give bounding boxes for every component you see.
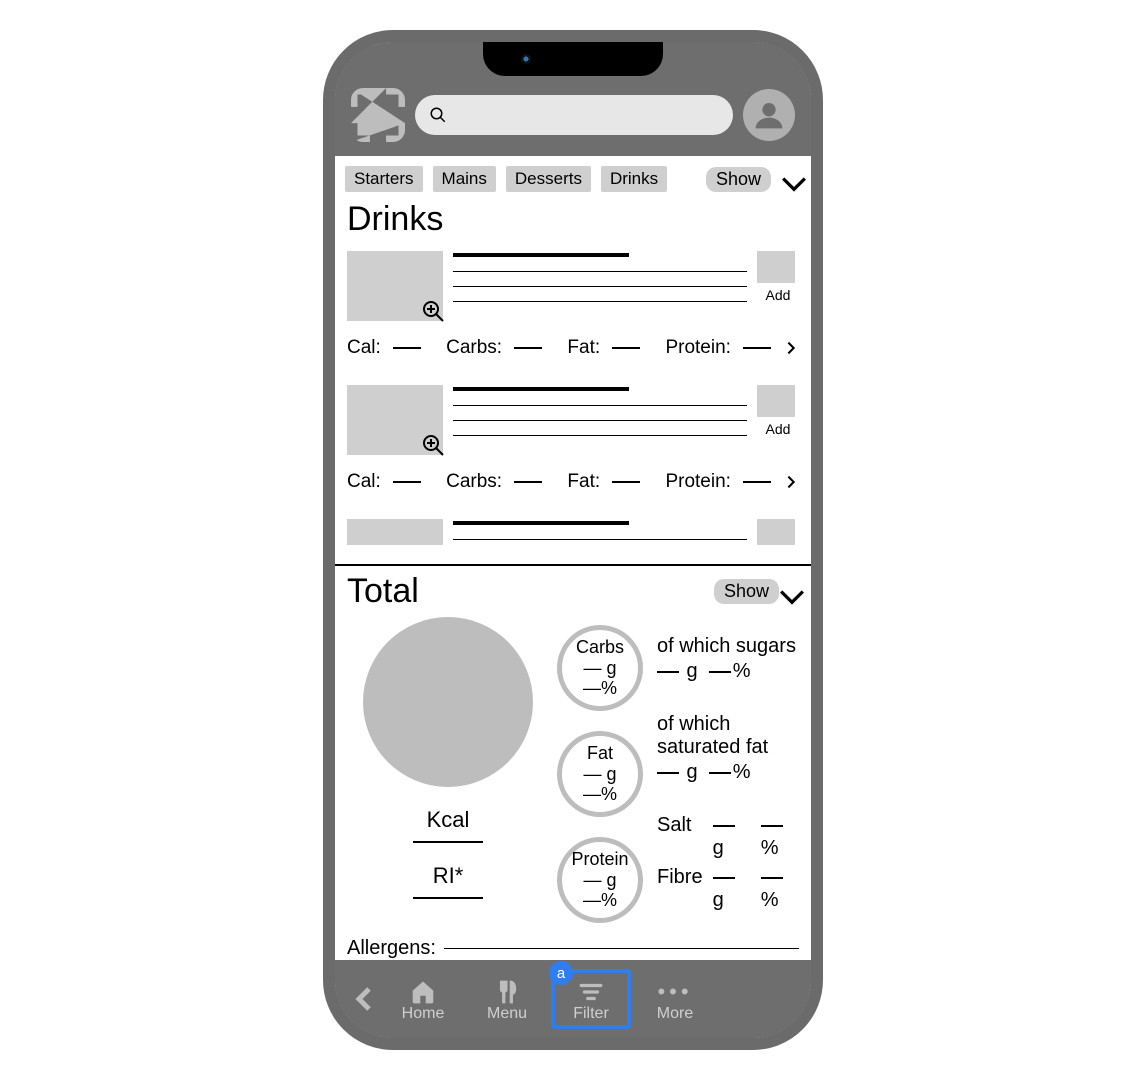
chevron-down-icon[interactable] (779, 588, 799, 600)
protein-label: Protein: (665, 471, 730, 493)
fat-label: Fat: (567, 471, 600, 493)
side-button (811, 272, 817, 332)
add-button[interactable]: Add (757, 251, 799, 321)
chip-drinks[interactable]: Drinks (601, 166, 667, 192)
item-nutrition-row: Cal: Carbs: Fat: Protein: (347, 455, 799, 513)
zoom-in-icon (421, 299, 445, 323)
protein-label: Protein: (665, 337, 730, 359)
carbs-label: Carbs: (446, 471, 502, 493)
macro-pct: —% (583, 678, 617, 699)
category-chips: Starters Mains Desserts Drinks Show (335, 156, 811, 198)
total-header: Total Show (335, 566, 811, 611)
filter-icon (578, 979, 604, 1005)
macro-carbs: Carbs — g —% (557, 625, 643, 711)
search-input[interactable] (415, 95, 733, 135)
total-body: Kcal RI* Carbs — g —% Fat — g —% Protein (335, 611, 811, 923)
saturated-label: of which saturated fat (657, 713, 799, 759)
item-text-placeholder (453, 251, 747, 321)
saturated-block: of which saturated fat g % (657, 713, 799, 784)
home-icon (410, 979, 436, 1005)
nav-more[interactable]: ••• More (635, 973, 715, 1025)
show-label: Show (716, 169, 761, 190)
kcal-column: Kcal RI* (353, 617, 543, 923)
cutlery-icon (494, 979, 520, 1005)
item-text-placeholder (453, 385, 747, 455)
show-toggle[interactable]: Show (714, 579, 779, 604)
macro-name: Fat (587, 743, 613, 764)
extra-column: of which sugars g % of which saturated f… (657, 617, 799, 923)
item-nutrition-row: Cal: Carbs: Fat: Protein: (347, 321, 799, 379)
chevron-down-icon[interactable] (781, 175, 801, 187)
back-button[interactable] (349, 979, 379, 1019)
cal-label: Cal: (347, 337, 381, 359)
allergens-label: Allergens: (347, 937, 436, 960)
add-label: Add (766, 287, 791, 303)
macro-grams: — g (583, 764, 616, 785)
chip-starters[interactable]: Starters (345, 166, 423, 192)
section-title: Drinks (335, 198, 811, 245)
menu-item: Add Cal: Carbs: Fat: Protein: (335, 379, 811, 513)
macro-protein: Protein — g —% (557, 837, 643, 923)
item-thumbnail[interactable] (347, 519, 443, 545)
salt-label: Salt (657, 814, 703, 860)
fibre-label: Fibre (657, 866, 703, 912)
chevron-right-icon[interactable] (783, 467, 799, 497)
kcal-label: Kcal (353, 807, 543, 833)
macro-pct: —% (583, 784, 617, 805)
content-area: Starters Mains Desserts Drinks Show Drin… (335, 156, 811, 960)
sugars-block: of which sugars g % (657, 635, 799, 683)
salt-fibre-grid: Salt g % Fibre g % (657, 814, 799, 912)
total-title: Total (347, 572, 419, 611)
more-icon: ••• (657, 979, 692, 1005)
item-text-placeholder (453, 519, 747, 554)
show-label: Show (724, 581, 769, 602)
item-thumbnail[interactable] (347, 251, 443, 321)
bottom-nav: Home Menu a Filter ••• More (335, 960, 811, 1038)
cal-label: Cal: (347, 471, 381, 493)
nav-label: Filter (557, 1005, 625, 1023)
chip-mains[interactable]: Mains (433, 166, 496, 192)
show-toggle[interactable]: Show (706, 167, 771, 192)
sugars-label: of which sugars (657, 635, 799, 658)
macro-pct: —% (583, 890, 617, 911)
macro-name: Protein (571, 849, 628, 870)
menu-item (335, 513, 811, 560)
nav-label: Home (385, 1005, 461, 1023)
menu-item: Add Cal: Carbs: Fat: Protein: (335, 245, 811, 379)
macro-fat: Fat — g —% (557, 731, 643, 817)
side-button (811, 352, 817, 462)
phone-frame: Starters Mains Desserts Drinks Show Drin… (323, 30, 823, 1050)
carbs-label: Carbs: (446, 337, 502, 359)
nav-label: More (637, 1005, 713, 1023)
nav-filter[interactable]: a Filter (551, 969, 631, 1029)
add-button[interactable]: Add (757, 385, 799, 455)
filter-badge: a (549, 961, 573, 985)
kcal-chart-placeholder (363, 617, 533, 787)
nav-menu[interactable]: Menu (467, 973, 547, 1025)
qr-scan-icon[interactable] (351, 88, 405, 142)
macro-grams: — g (583, 870, 616, 891)
fat-label: Fat: (567, 337, 600, 359)
zoom-in-icon (421, 433, 445, 457)
nav-home[interactable]: Home (383, 973, 463, 1025)
item-thumbnail[interactable] (347, 385, 443, 455)
add-button[interactable] (757, 519, 799, 554)
macro-column: Carbs — g —% Fat — g —% Protein — g —% (557, 617, 643, 923)
search-icon (429, 106, 447, 124)
chip-desserts[interactable]: Desserts (506, 166, 591, 192)
macro-grams: — g (583, 658, 616, 679)
profile-button[interactable] (743, 89, 795, 141)
ri-label: RI* (353, 863, 543, 889)
person-icon (753, 99, 785, 131)
allergens-row: Allergens: (335, 923, 811, 960)
macro-name: Carbs (576, 637, 624, 658)
device-notch (483, 42, 663, 76)
nav-label: Menu (469, 1005, 545, 1023)
add-label: Add (766, 421, 791, 437)
chevron-right-icon[interactable] (783, 333, 799, 363)
